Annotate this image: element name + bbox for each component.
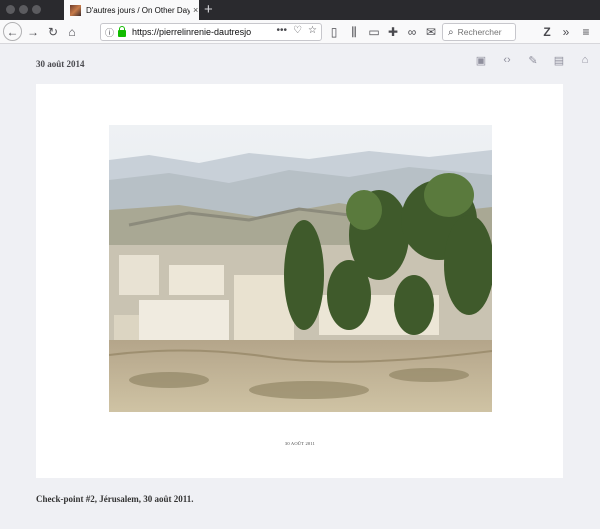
tab-close-icon[interactable]: × bbox=[193, 5, 198, 15]
minimize-window-button[interactable] bbox=[19, 5, 28, 14]
zotero-icon[interactable]: Z bbox=[539, 24, 555, 40]
lock-icon bbox=[118, 25, 127, 37]
image-icon[interactable]: ▣ bbox=[474, 53, 488, 67]
home-icon[interactable]: ⌂ bbox=[578, 53, 592, 67]
url-text[interactable]: https://pierrelinrenie-dautresjo bbox=[132, 27, 262, 37]
folder-icon[interactable]: ▭ bbox=[366, 24, 382, 40]
pencil-icon[interactable]: ✎ bbox=[526, 53, 540, 67]
search-placeholder: Rechercher bbox=[457, 27, 502, 37]
nav-toolbar: ← → ↻ ⌂ ⓘ https://pierrelinrenie-dautres… bbox=[0, 20, 600, 44]
mask-icon[interactable]: ∞ bbox=[404, 24, 420, 40]
page-actions-icon[interactable]: ••• bbox=[277, 25, 288, 36]
extension-puzzle-icon[interactable]: ✚ bbox=[385, 24, 401, 40]
photo-caption: 30 AOÛT 2011 bbox=[284, 441, 316, 446]
bookmark-star-icon[interactable]: ☆ bbox=[308, 25, 317, 36]
code-icon[interactable]: ‹› bbox=[500, 53, 514, 67]
favicon-icon bbox=[70, 4, 81, 16]
new-tab-button[interactable]: + bbox=[204, 1, 213, 19]
library-icon[interactable]: ⫼ bbox=[346, 24, 362, 40]
page-tools: ▣ ‹› ✎ ▤ ⌂ bbox=[474, 53, 592, 67]
pocket-icon[interactable]: ♡ bbox=[293, 25, 302, 36]
post-date: 30 août 2014 bbox=[36, 59, 85, 69]
forward-button[interactable]: → bbox=[25, 24, 41, 40]
post-text: Check-point #2, Jérusalem, 30 août 2011. bbox=[36, 494, 194, 504]
tab-active[interactable]: D'autres jours / On Other Days × bbox=[64, 0, 199, 20]
sidebar-icon[interactable]: ▯ bbox=[326, 24, 342, 40]
zoom-window-button[interactable] bbox=[32, 5, 41, 14]
mail-icon[interactable]: ✉ bbox=[423, 24, 439, 40]
overflow-menu-icon[interactable]: » bbox=[558, 24, 574, 40]
home-button[interactable]: ⌂ bbox=[64, 24, 80, 40]
post-photo[interactable] bbox=[109, 125, 492, 412]
url-bar[interactable]: ⓘ https://pierrelinrenie-dautresjo ••• ♡… bbox=[100, 23, 322, 41]
tab-title: D'autres jours / On Other Days bbox=[86, 5, 190, 15]
close-window-button[interactable] bbox=[6, 5, 15, 14]
search-icon: ⌕ bbox=[448, 26, 454, 38]
reload-button[interactable]: ↻ bbox=[45, 24, 61, 40]
photo-image bbox=[109, 125, 492, 412]
info-icon[interactable]: ⓘ bbox=[105, 26, 114, 39]
back-button[interactable]: ← bbox=[3, 22, 22, 41]
search-input[interactable]: ⌕ Rechercher bbox=[442, 23, 516, 41]
hamburger-menu-icon[interactable]: ≡ bbox=[578, 24, 594, 40]
archive-icon[interactable]: ▤ bbox=[552, 53, 566, 67]
title-bar: D'autres jours / On Other Days × + bbox=[0, 0, 600, 20]
